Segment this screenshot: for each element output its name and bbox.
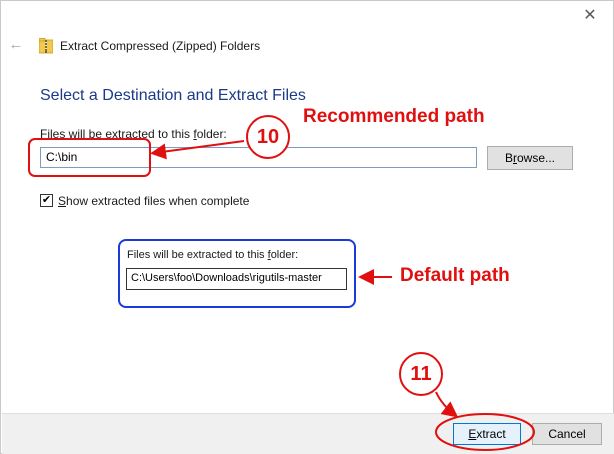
default-path-caption: Default path — [400, 265, 510, 286]
title-bar: ← Extract Compressed (Zipped) Folders ✕ — [1, 1, 613, 61]
zip-folder-icon — [39, 38, 53, 54]
dialog-footer — [2, 413, 614, 454]
extract-dialog-window: ← Extract Compressed (Zipped) Folders ✕ … — [0, 0, 614, 454]
cancel-button[interactable]: Cancel — [532, 423, 602, 445]
show-files-checkbox[interactable]: ✔ — [40, 194, 53, 207]
close-button[interactable]: ✕ — [581, 7, 599, 25]
callout-destination-label: Files will be extracted to this folder: — [127, 249, 299, 261]
step-10-badge: 10 — [246, 115, 290, 159]
default-path-input: C:\Users\foo\Downloads\rigutils-master — [126, 268, 347, 290]
show-files-label[interactable]: Show extracted files when complete — [58, 194, 249, 208]
step-11-badge: 11 — [399, 352, 443, 396]
extract-button[interactable]: Extract — [453, 423, 521, 445]
destination-label: Files will be extracted to this folder: — [40, 127, 227, 141]
browse-button[interactable]: Browse... — [487, 146, 573, 170]
page-heading: Select a Destination and Extract Files — [40, 87, 306, 104]
recommended-path-caption: Recommended path — [303, 106, 485, 127]
default-path-callout: Files will be extracted to this folder: … — [118, 239, 356, 308]
window-title: Extract Compressed (Zipped) Folders — [60, 39, 261, 53]
back-arrow-icon[interactable]: ← — [7, 35, 25, 55]
